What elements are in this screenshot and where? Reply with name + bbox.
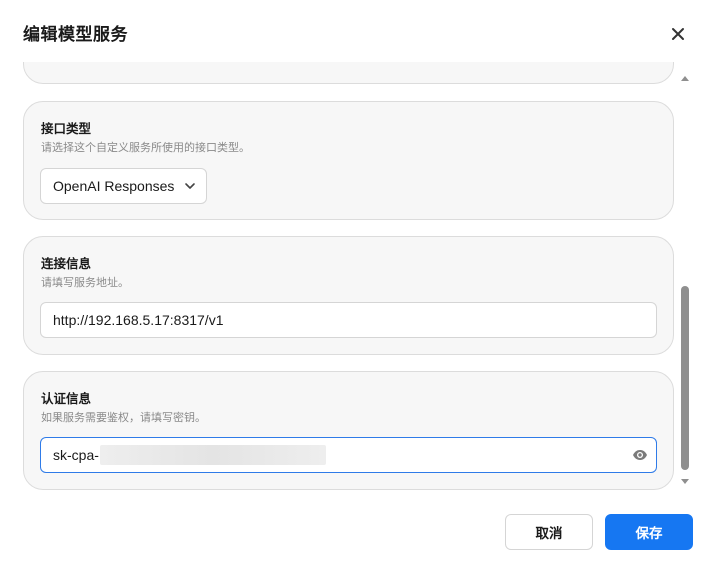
connection-info-section: 连接信息 请填写服务地址。 http://192.168.5.17:8317/v… [23,236,674,355]
service-url-input[interactable]: http://192.168.5.17:8317/v1 [40,302,657,338]
previous-section-card [23,62,674,84]
api-key-input[interactable]: sk-cpa- [40,437,657,473]
auth-info-section: 认证信息 如果服务需要鉴权，请填写密钥。 sk-cpa- [23,371,674,490]
vertical-scrollbar[interactable] [680,72,690,490]
connection-info-title: 连接信息 [41,256,92,271]
api-key-redacted [99,445,326,465]
auth-info-title: 认证信息 [41,391,92,406]
api-key-visible-prefix: sk-cpa- [53,447,99,463]
close-icon [672,28,684,40]
interface-type-section: 接口类型 请选择这个自定义服务所使用的接口类型。 OpenAI Response… [23,101,674,220]
interface-type-select[interactable]: OpenAI Responses [40,168,207,204]
cancel-button[interactable]: 取消 [505,514,593,550]
eye-icon[interactable] [632,448,648,462]
edit-model-service-dialog: 编辑模型服务 接口类型 请选择这个自定义服务所使用的接口类型。 OpenAI R… [0,0,718,572]
close-button[interactable] [666,22,690,46]
interface-type-description: 请选择这个自定义服务所使用的接口类型。 [41,141,250,154]
scrollbar-thumb[interactable] [681,286,689,470]
interface-type-title: 接口类型 [41,121,92,136]
chevron-down-icon [185,183,195,189]
save-button[interactable]: 保存 [605,514,693,550]
scroll-down-arrow-icon[interactable] [680,476,690,486]
scroll-up-arrow-icon[interactable] [680,74,690,84]
dialog-title: 编辑模型服务 [23,25,128,45]
interface-type-selected-value: OpenAI Responses [53,178,175,194]
dialog-body-scroll-area[interactable]: 接口类型 请选择这个自定义服务所使用的接口类型。 OpenAI Response… [0,62,718,498]
auth-info-description: 如果服务需要鉴权，请填写密钥。 [41,411,206,424]
service-url-value: http://192.168.5.17:8317/v1 [53,312,224,328]
connection-info-description: 请填写服务地址。 [41,276,129,289]
